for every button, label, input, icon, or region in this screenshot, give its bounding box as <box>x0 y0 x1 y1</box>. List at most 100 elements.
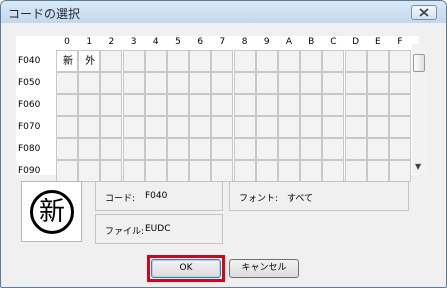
grid-cell[interactable] <box>322 116 345 138</box>
grid-cell[interactable] <box>189 72 212 94</box>
grid-scrollbar[interactable]: ▼ <box>412 44 426 174</box>
grid-cell[interactable] <box>122 50 145 72</box>
grid-cell[interactable] <box>255 94 278 116</box>
grid-cell[interactable] <box>389 72 411 94</box>
grid-cell[interactable] <box>344 50 367 72</box>
grid-cell[interactable] <box>322 50 345 72</box>
grid-cell[interactable] <box>366 138 389 160</box>
grid-cell[interactable] <box>100 160 123 182</box>
grid-cell[interactable] <box>300 138 323 160</box>
grid-cell[interactable] <box>122 94 145 116</box>
grid-cell[interactable] <box>211 72 234 94</box>
grid-cell[interactable] <box>278 50 300 72</box>
grid-cell[interactable] <box>278 138 300 160</box>
grid-cell[interactable] <box>211 160 234 182</box>
grid-cell[interactable] <box>278 72 300 94</box>
grid-cell[interactable] <box>167 138 189 160</box>
grid-cell[interactable] <box>366 160 389 182</box>
grid-cell[interactable] <box>255 138 278 160</box>
grid-cell[interactable] <box>344 160 367 182</box>
grid-cell[interactable] <box>78 72 101 94</box>
scroll-thumb[interactable] <box>413 54 425 72</box>
grid-cell[interactable] <box>366 50 389 72</box>
grid-cell[interactable] <box>300 160 323 182</box>
grid-cell[interactable] <box>144 116 167 138</box>
grid-cell[interactable] <box>322 138 345 160</box>
grid-cell[interactable] <box>211 116 234 138</box>
grid-cell[interactable] <box>78 116 101 138</box>
grid-cell[interactable] <box>233 138 256 160</box>
grid-cell[interactable] <box>144 160 167 182</box>
grid-cell[interactable] <box>189 138 212 160</box>
grid-cell[interactable] <box>167 94 189 116</box>
grid-cell[interactable] <box>233 94 256 116</box>
grid-cell[interactable] <box>211 50 234 72</box>
grid-cell[interactable] <box>78 160 101 182</box>
grid-cell[interactable] <box>100 72 123 94</box>
grid-cell[interactable] <box>344 116 367 138</box>
grid-cell[interactable] <box>233 72 256 94</box>
grid-cell[interactable] <box>300 72 323 94</box>
grid-cell[interactable] <box>322 94 345 116</box>
grid-cell[interactable] <box>78 138 101 160</box>
grid-cell[interactable] <box>255 50 278 72</box>
grid-cell[interactable] <box>100 138 123 160</box>
grid-cell[interactable] <box>389 138 411 160</box>
grid-cell[interactable] <box>366 116 389 138</box>
title-bar[interactable]: コードの選択 <box>1 1 446 23</box>
grid-cell[interactable]: 外 <box>78 50 101 72</box>
grid-cell[interactable] <box>211 138 234 160</box>
grid-cell[interactable] <box>144 50 167 72</box>
grid-cell[interactable] <box>366 94 389 116</box>
grid-cell[interactable] <box>322 72 345 94</box>
grid-cell[interactable] <box>278 94 300 116</box>
grid-cell[interactable] <box>189 50 212 72</box>
grid-cell[interactable] <box>167 72 189 94</box>
grid-cell[interactable] <box>144 138 167 160</box>
grid-cell[interactable] <box>144 72 167 94</box>
grid-cell[interactable] <box>278 116 300 138</box>
grid-cell[interactable] <box>278 160 300 182</box>
grid-cell[interactable] <box>389 94 411 116</box>
grid-cell[interactable] <box>100 116 123 138</box>
grid-cell[interactable] <box>233 160 256 182</box>
grid-cell[interactable] <box>344 72 367 94</box>
grid-cell[interactable] <box>389 160 411 182</box>
grid-cell[interactable] <box>56 94 78 116</box>
cancel-button[interactable]: キャンセル <box>229 259 299 278</box>
grid-cell[interactable] <box>56 116 78 138</box>
grid-cell[interactable] <box>255 160 278 182</box>
grid-cell[interactable] <box>344 138 367 160</box>
grid-cell[interactable] <box>189 160 212 182</box>
grid-cell[interactable] <box>122 116 145 138</box>
scroll-down-arrow-icon[interactable]: ▼ <box>415 162 421 171</box>
grid-cell[interactable]: 新 <box>56 50 78 72</box>
grid-cell[interactable] <box>300 94 323 116</box>
grid-cell[interactable] <box>322 160 345 182</box>
grid-cell[interactable] <box>233 50 256 72</box>
grid-cell[interactable] <box>211 94 234 116</box>
grid-cell[interactable] <box>366 72 389 94</box>
close-button[interactable] <box>411 5 437 20</box>
grid-cell[interactable] <box>189 94 212 116</box>
grid-cell[interactable] <box>122 160 145 182</box>
grid-cell[interactable] <box>389 50 411 72</box>
grid-cell[interactable] <box>167 160 189 182</box>
grid-cell[interactable] <box>56 72 78 94</box>
grid-cell[interactable] <box>122 72 145 94</box>
grid-cell[interactable] <box>300 116 323 138</box>
grid-cell[interactable] <box>300 50 323 72</box>
grid-cell[interactable] <box>255 116 278 138</box>
grid-cell[interactable] <box>344 94 367 116</box>
grid-cell[interactable] <box>100 94 123 116</box>
grid-cell[interactable] <box>56 138 78 160</box>
grid-cell[interactable] <box>122 138 145 160</box>
grid-cell[interactable] <box>389 116 411 138</box>
grid-cell[interactable] <box>255 72 278 94</box>
grid-cell[interactable] <box>167 116 189 138</box>
grid-cell[interactable] <box>56 160 78 182</box>
grid-cell[interactable] <box>189 116 212 138</box>
grid-cell[interactable] <box>144 94 167 116</box>
grid-cell[interactable] <box>167 50 189 72</box>
grid-cell[interactable] <box>233 116 256 138</box>
